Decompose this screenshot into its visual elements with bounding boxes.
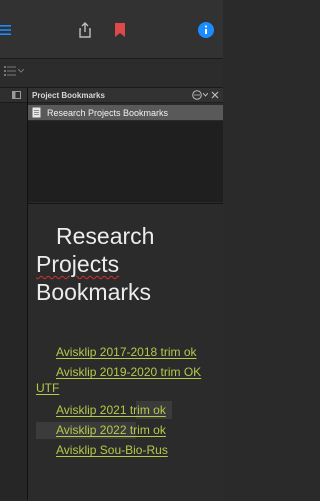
bookmark-item-label: Research Projects Bookmarks (47, 107, 169, 118)
share-icon[interactable] (75, 20, 95, 40)
document-icon (32, 107, 41, 118)
title-line-3: Bookmarks (36, 279, 152, 305)
title-line-2: Projects (36, 251, 120, 277)
document-editor[interactable]: Research Projects Bookmarks Avisklip 201… (28, 203, 223, 501)
link-avisklip-2017-2018[interactable]: Avisklip 2017-2018 trim ok (56, 345, 197, 359)
bookmark-list-item[interactable]: Research Projects Bookmarks (28, 105, 223, 120)
panel-toggle-icon[interactable] (12, 91, 21, 99)
bookmark-icon[interactable] (110, 20, 130, 40)
document-title: Research Projects Bookmarks (36, 222, 216, 306)
panel-header: Project Bookmarks (28, 88, 223, 103)
more-options-icon[interactable] (192, 90, 208, 100)
info-icon[interactable] (196, 20, 216, 40)
link-utf[interactable]: UTF (36, 381, 59, 395)
link-avisklip-sou-bio-rus[interactable]: Avisklip Sou-Bio-Rus (56, 443, 168, 457)
close-icon[interactable] (211, 91, 219, 99)
link-avisklip-2019-2020[interactable]: Avisklip 2019-2020 trim OK (56, 365, 201, 379)
bookmarks-panel: Project Bookmarks Research Projects Book… (28, 88, 223, 501)
top-toolbar (0, 0, 223, 59)
title-line-1: Research (56, 223, 155, 249)
link-avisklip-2022[interactable]: Avisklip 2022 trim ok (56, 423, 166, 437)
sub-toolbar (0, 59, 223, 88)
left-sidebar (0, 88, 28, 500)
link-avisklip-2021[interactable]: Avisklip 2021 trim ok (56, 403, 166, 417)
list-view-icon[interactable] (4, 66, 24, 76)
panel-title: Project Bookmarks (32, 90, 105, 100)
sidebar-list-icon[interactable] (0, 20, 14, 40)
bookmark-list-empty-area (28, 121, 223, 202)
